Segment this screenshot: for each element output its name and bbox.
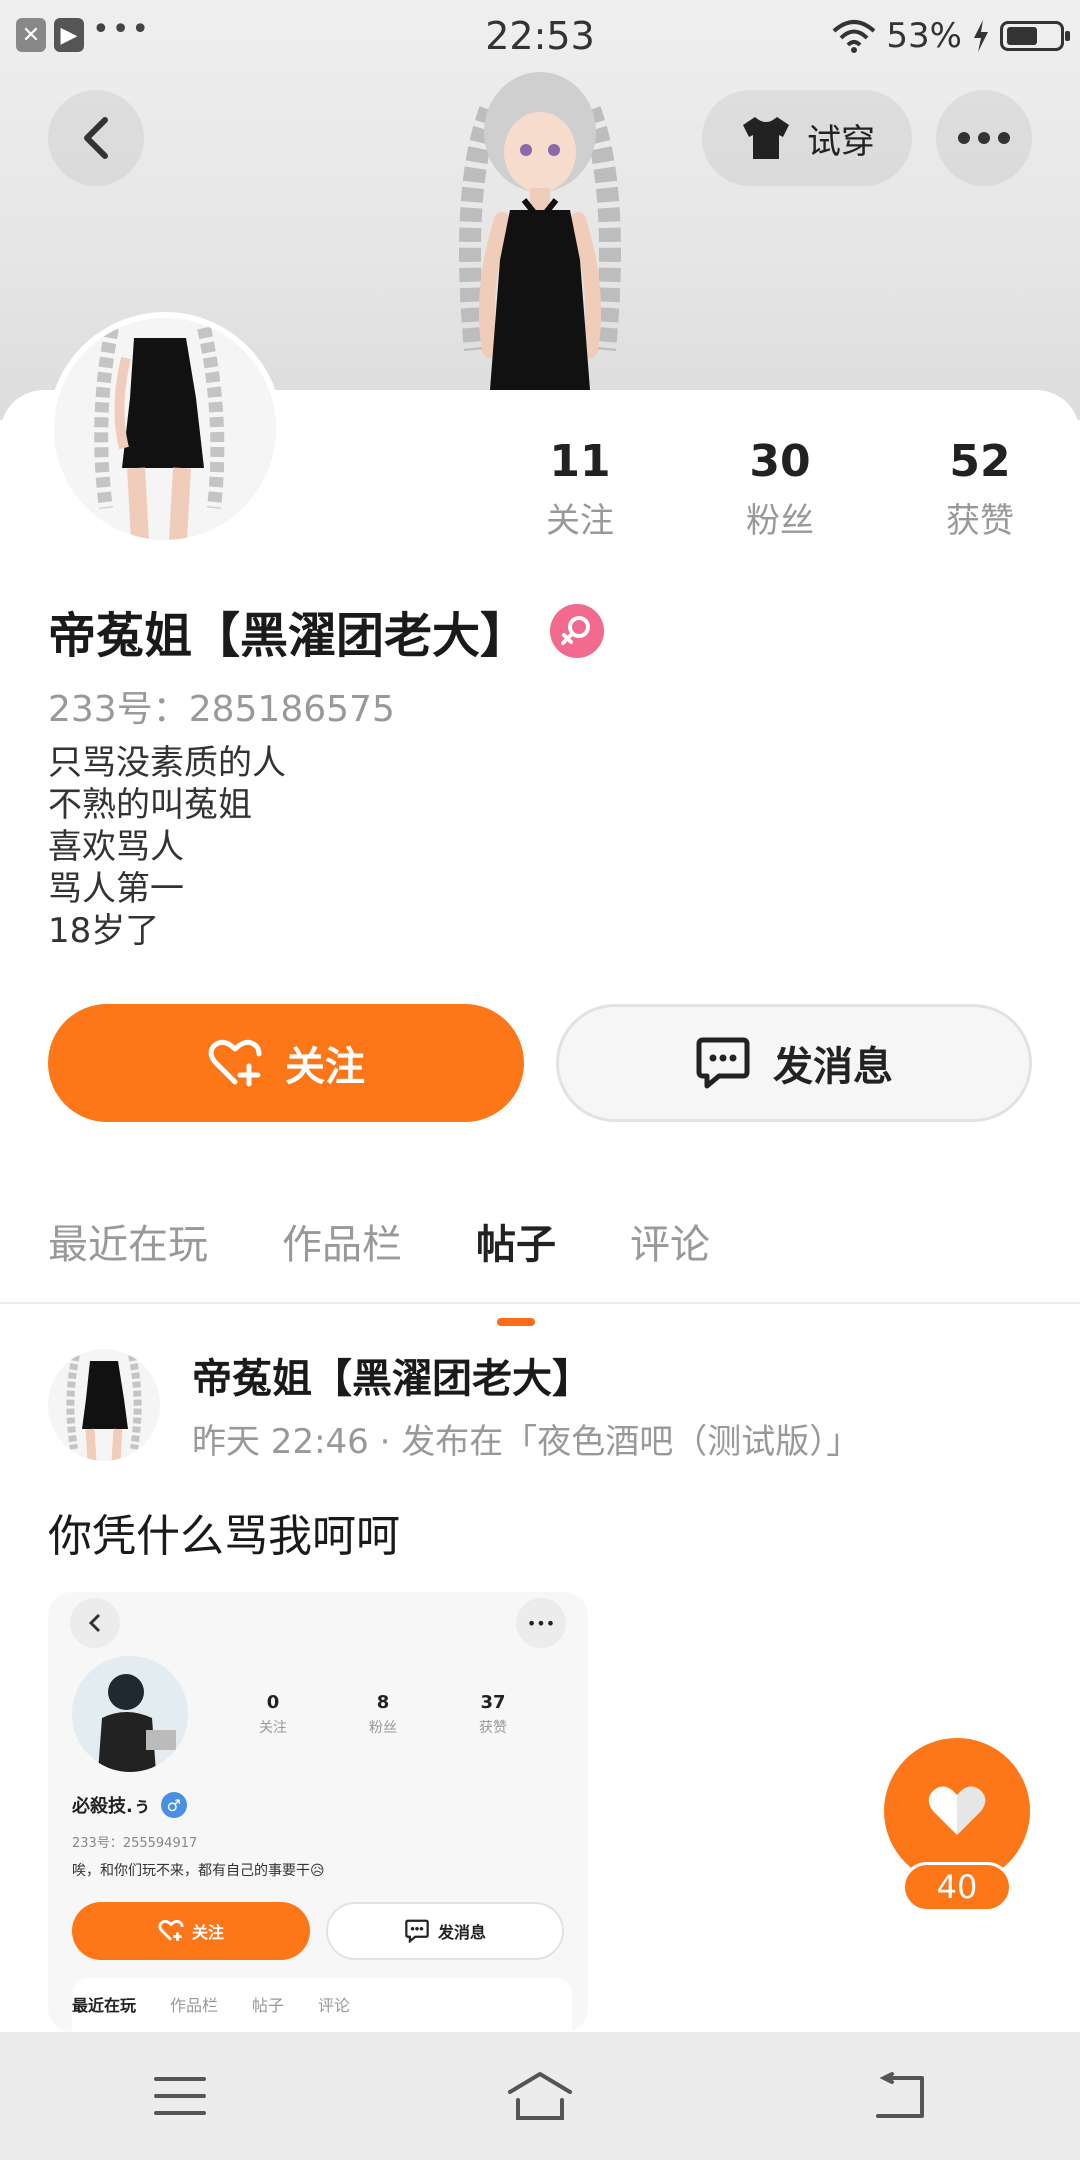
avatar-character-illustration (459, 72, 621, 390)
stat-following[interactable]: 11 关注 (480, 436, 680, 542)
embedded-tabs: 最近在玩 作品栏 帖子 评论 (72, 1978, 572, 2032)
post-meta: 昨天 22:46 · 发布在「夜色酒吧（测试版）」 (192, 1422, 861, 1462)
profile-name-row: 帝菟姐【黑濯团老大】 (48, 596, 605, 666)
profile-name: 帝菟姐【黑濯团老大】 (48, 608, 529, 664)
message-label: 发消息 (773, 1044, 893, 1090)
system-nav-bar (0, 2032, 1080, 2160)
chevron-left-icon (70, 1598, 120, 1648)
shirt-icon (743, 117, 789, 159)
chat-icon (405, 1919, 429, 1943)
stat-followers[interactable]: 30 粉丝 (680, 436, 880, 542)
tab-posts[interactable]: 帖子 (476, 1212, 556, 1270)
tab-comments[interactable]: 评论 (630, 1212, 710, 1270)
battery-percent: 53% (886, 16, 962, 56)
menu-icon (154, 2077, 206, 2115)
follow-button[interactable]: 关注 (48, 1004, 524, 1122)
charging-icon (974, 20, 988, 52)
more-options-button[interactable] (936, 90, 1032, 186)
embedded-bio: 唉，和你们玩不来，都有自己的事要干😥 (72, 1863, 325, 1879)
home-button[interactable] (480, 2051, 600, 2141)
avatar-image (54, 318, 276, 540)
profile-stats: 11 关注 30 粉丝 52 获赞 (480, 436, 1080, 542)
more-dots-icon (958, 132, 1010, 144)
embedded-uid: 233号：255594917 (72, 1836, 198, 1851)
wifi-icon (833, 20, 876, 53)
home-icon (508, 2072, 572, 2120)
try-on-label: 试穿 (807, 121, 875, 162)
male-icon: ♂ (160, 1792, 187, 1818)
battery-icon (1000, 21, 1070, 51)
back-icon (876, 2072, 924, 2118)
like-count: 40 (902, 1862, 1012, 1912)
tab-works[interactable]: 作品栏 (282, 1212, 402, 1270)
avatar[interactable] (48, 312, 282, 546)
embedded-avatar (72, 1656, 188, 1772)
post-author-avatar[interactable] (48, 1348, 160, 1461)
post-image[interactable]: ••• 0 关注 8 粉丝 37 获赞 必殺技.ぅ ♂ 233号：2555949… (48, 1592, 588, 2032)
post-text: 你凭什么骂我呵呵 (48, 1511, 400, 1562)
profile-tabs: 最近在玩 作品栏 帖子 评论 (48, 1212, 784, 1270)
menu-button[interactable] (120, 2051, 240, 2141)
stat-likes[interactable]: 52 获赞 (880, 436, 1080, 542)
embedded-message-button: 发消息 (326, 1902, 564, 1960)
tabs-divider (0, 1302, 1080, 1304)
heart-plus-icon (158, 1919, 184, 1941)
chat-icon (696, 1037, 750, 1089)
profile-bio: 只骂没素质的人 不熟的叫菟姐 喜欢骂人 骂人第一 18岁了 (48, 743, 286, 951)
embedded-follow-button: 关注 (72, 1902, 310, 1960)
chevron-left-icon (84, 117, 108, 159)
female-icon (550, 604, 605, 658)
tab-recently-played[interactable]: 最近在玩 (48, 1212, 208, 1270)
back-nav-button[interactable] (840, 2051, 960, 2141)
embedded-name: 必殺技.ぅ (72, 1796, 151, 1817)
follow-label: 关注 (285, 1044, 365, 1090)
status-bar: ✕ ▶ ••• 22:53 53% (0, 0, 1080, 70)
heart-plus-icon (208, 1039, 262, 1087)
heart-icon (928, 1786, 986, 1835)
user-id: 233号：285186575 (48, 689, 395, 730)
send-message-button[interactable]: 发消息 (556, 1004, 1032, 1122)
more-dots-icon: ••• (516, 1598, 566, 1648)
try-on-button[interactable]: 试穿 (702, 90, 912, 186)
post-author-name[interactable]: 帝菟姐【黑濯团老大】 (192, 1346, 860, 1404)
post-header: 帝菟姐【黑濯团老大】 昨天 22:46 · 发布在「夜色酒吧（测试版）」 (48, 1346, 860, 1463)
back-button[interactable] (48, 90, 144, 186)
